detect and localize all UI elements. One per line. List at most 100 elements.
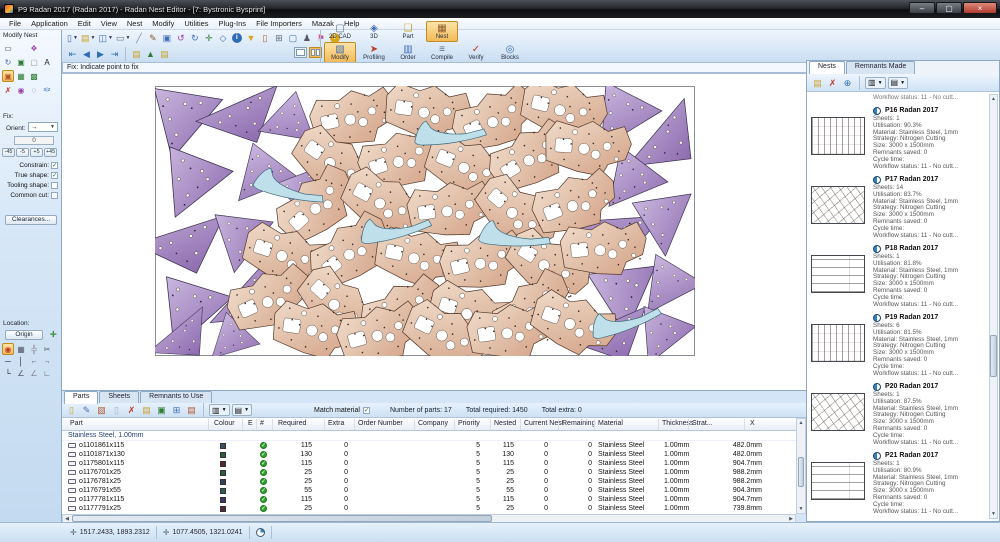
edit-part-icon[interactable]: ✎ [80, 404, 93, 417]
nest-view-columns-button[interactable]: ▥▼ [865, 77, 886, 89]
user-icon[interactable]: ♟ [300, 31, 313, 44]
first-sheet-icon[interactable]: ⇤ [66, 48, 79, 61]
delete-part-icon[interactable]: ✗ [125, 404, 138, 417]
nest-list-scrollbar[interactable]: ▲ ▼ [989, 94, 998, 519]
rotate-plus45-button[interactable]: +45 [44, 148, 57, 157]
column-header-nested[interactable]: Nested [494, 420, 516, 427]
clipboard-icon[interactable]: ▯ [258, 31, 271, 44]
info-icon[interactable]: i [230, 31, 243, 44]
origin-add-icon[interactable]: ✛ [50, 330, 57, 339]
nest-entry[interactable]: P17 Radan 2017Sheets: 14Utilisation: 83.… [807, 171, 987, 240]
tab-remnants-made[interactable]: Remnants Made [846, 61, 915, 74]
delete-tool-icon[interactable]: ✗ [2, 84, 14, 96]
nest-view-layout-button[interactable]: ▤▼ [888, 77, 909, 89]
ribbon-profiling-button[interactable]: ➤Profiling [358, 42, 390, 63]
corner-l-icon[interactable]: └ [2, 367, 14, 379]
auto-nest-icon[interactable]: ▲ [144, 48, 157, 61]
fill-tool-icon[interactable]: ▣ [15, 56, 27, 68]
maximize-button[interactable]: ▢ [936, 2, 962, 14]
menu-file[interactable]: File [4, 18, 26, 29]
column-header-colour[interactable]: Colour [214, 420, 235, 427]
column-header-e[interactable]: E [248, 420, 253, 427]
corner-tl-icon[interactable]: ⌐ [28, 355, 40, 367]
locate-nest-icon[interactable]: ⊕ [841, 76, 854, 89]
edge-v-icon[interactable]: │ [15, 355, 27, 367]
tab-parts[interactable]: Parts [64, 391, 98, 404]
sheet-list-icon[interactable]: ▤ [130, 48, 143, 61]
grid-icon[interactable]: ▦ [15, 343, 27, 355]
import-part-icon[interactable]: ▧ [95, 404, 108, 417]
last-sheet-icon[interactable]: ⇥ [108, 48, 121, 61]
ribbon-part-button[interactable]: ❏Part [392, 21, 424, 42]
nest-entry[interactable]: P18 Radan 2017Sheets: 1Utilisation: 81.8… [807, 240, 987, 309]
column-header-company[interactable]: Company [418, 420, 448, 427]
clearances-button[interactable]: Clearances... [5, 215, 57, 225]
menu-file-importers[interactable]: File Importers [251, 18, 307, 29]
window-icon[interactable]: ▢ [286, 31, 299, 44]
ribbon-verify-button[interactable]: ✓Verify [460, 42, 492, 63]
origin-button[interactable]: Origin [5, 330, 43, 340]
table-row[interactable]: o1175801x115✓1150511500Stainless Steel1.… [62, 459, 796, 468]
undo-icon[interactable]: ↺ [174, 31, 187, 44]
menu-view[interactable]: View [96, 18, 122, 29]
column-header-priority[interactable]: Priority [458, 420, 480, 427]
origin-point-icon[interactable]: ◉ [2, 343, 14, 355]
menu-modify[interactable]: Modify [147, 18, 179, 29]
new-part-tool-icon[interactable]: ▭ [2, 42, 14, 54]
block-array-tool-icon[interactable]: ▩ [28, 70, 40, 82]
sheet-next-list-icon[interactable]: ▤ [158, 48, 171, 61]
next-sheet-icon[interactable]: ▶ [94, 48, 107, 61]
delete-nest-icon[interactable]: ✗ [826, 76, 839, 89]
text-tool-icon[interactable]: A [41, 56, 53, 68]
menu-utilities[interactable]: Utilities [179, 18, 213, 29]
nest-entry[interactable]: P16 Radan 2017Sheets: 1Utilisation: 90.3… [807, 102, 987, 171]
edge-h-icon[interactable]: ─ [2, 355, 14, 367]
checkbox[interactable]: ✓ [51, 162, 58, 169]
table-row[interactable]: o1177791x25✓25052500Stainless Steel1.00m… [62, 504, 796, 513]
single-view-toggle[interactable] [294, 47, 307, 58]
save-icon[interactable]: ◫▼ [97, 31, 113, 44]
table-row[interactable]: o1176781x25✓25052500Stainless Steel1.00m… [62, 477, 796, 486]
angle-a-icon[interactable]: ∠ [15, 367, 27, 379]
menu-edit[interactable]: Edit [73, 18, 96, 29]
table-row[interactable]: o1176791x55✓55055500Stainless Steel1.00m… [62, 486, 796, 495]
array-tool-icon[interactable]: ▦ [15, 70, 27, 82]
checkbox[interactable]: ✓ [51, 172, 58, 179]
checkbox[interactable] [51, 182, 58, 189]
ribbon-blocks-button[interactable]: ◎Blocks [494, 42, 526, 63]
filter-icon[interactable]: ▼ [244, 31, 257, 44]
nest-canvas[interactable] [62, 73, 806, 390]
orient-dropdown[interactable]: →▼ [28, 122, 58, 132]
parts-view-layout-button[interactable]: ▤▼ [232, 404, 253, 416]
corner-tr-icon[interactable]: ¬ [41, 355, 53, 367]
rotate-tool-icon[interactable]: ↻ [2, 56, 14, 68]
lasso-tool-icon[interactable]: ◉ [15, 84, 27, 96]
menu-nest[interactable]: Nest [122, 18, 147, 29]
copy-part-icon[interactable]: ▯ [110, 404, 123, 417]
column-header-part[interactable]: Part [70, 420, 83, 427]
column-header-material[interactable]: Material [598, 420, 623, 427]
material-group-row[interactable]: Stainless Steel, 1.00mm [62, 431, 796, 441]
move-icon[interactable]: ✛ [202, 31, 215, 44]
checkbox[interactable] [51, 192, 58, 199]
new-icon[interactable]: ▯▼ [66, 31, 79, 44]
angle-input[interactable] [14, 136, 54, 145]
material-icon[interactable]: ▣ [155, 404, 168, 417]
line-icon[interactable]: ╱ [132, 31, 145, 44]
tab-nests[interactable]: Nests [809, 61, 845, 74]
column-header-strat-[interactable]: Strat... [692, 420, 713, 427]
parts-table-vscrollbar[interactable]: ▲ ▼ [796, 418, 806, 514]
nest-entry[interactable]: P19 Radan 2017Sheets: 6Utilisation: 81.5… [807, 309, 987, 378]
ribbon-nest-button[interactable]: ▦Nest [426, 21, 458, 42]
column-header-required[interactable]: Required [278, 420, 306, 427]
rotate-minus5-button[interactable]: -5 [16, 148, 29, 157]
nest-entry[interactable]: P20 Radan 2017Sheets: 1Utilisation: 87.5… [807, 378, 987, 447]
menu-application[interactable]: Application [26, 18, 73, 29]
add-part-icon[interactable]: ▯ [65, 404, 78, 417]
rotate-plus5-button[interactable]: +5 [30, 148, 43, 157]
column-header-remaining[interactable]: Remaining [562, 420, 595, 427]
ribbon-3d-button[interactable]: ◈3D [358, 21, 390, 42]
ribbon-compile-button[interactable]: ≡Compile [426, 42, 458, 63]
split-tool-icon[interactable]: s|z [41, 84, 53, 96]
open-part-icon[interactable]: ▤ [140, 404, 153, 417]
